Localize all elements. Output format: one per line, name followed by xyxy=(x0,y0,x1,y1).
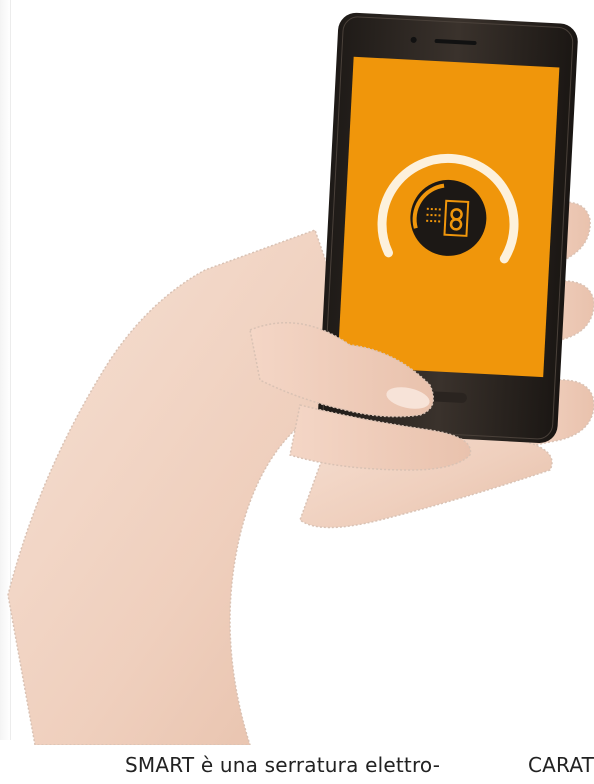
page: SMART è una serratura elettro- CARATTER xyxy=(0,0,594,784)
forearm xyxy=(7,229,361,745)
intro-caption: SMART è una serratura elettro- xyxy=(125,753,441,777)
features-heading: CARATTER xyxy=(528,753,594,777)
hand-holding-phone-illustration xyxy=(7,12,594,745)
